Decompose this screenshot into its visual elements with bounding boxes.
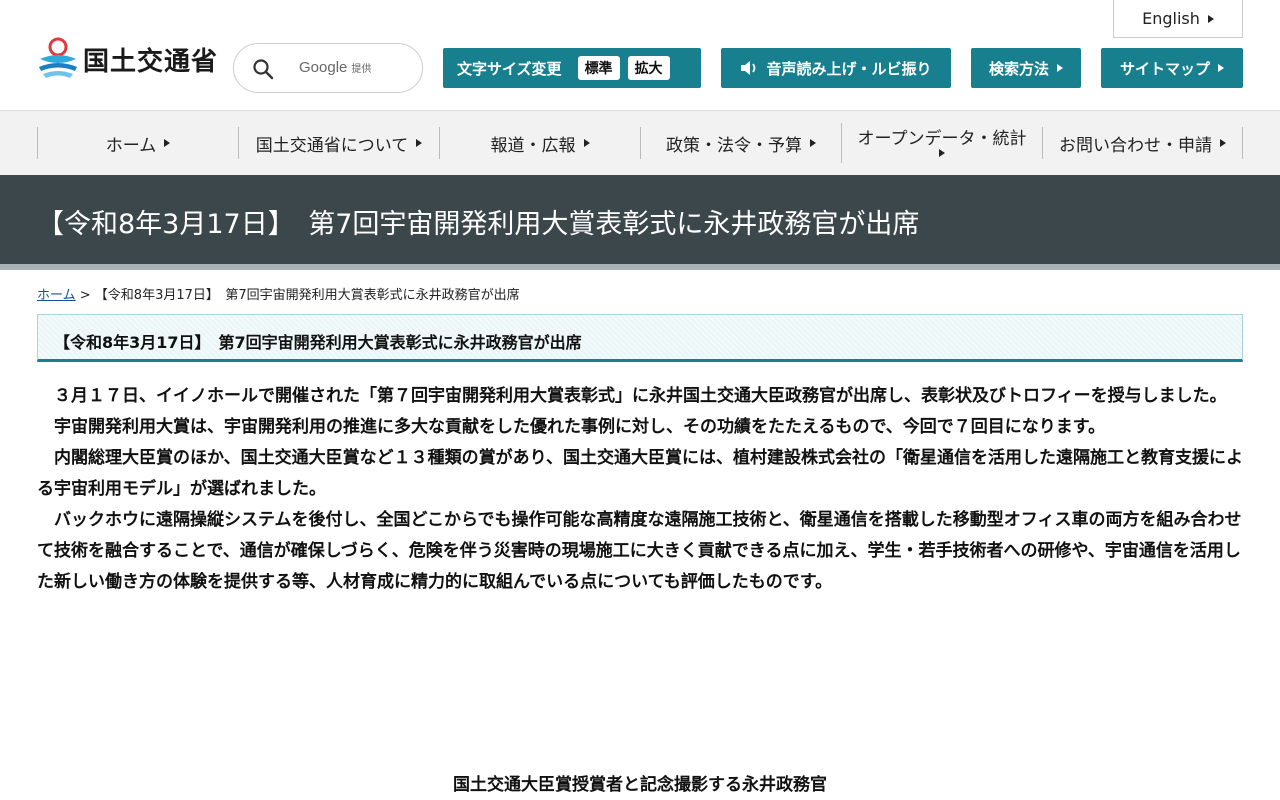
sitemap-button[interactable]: サイトマップ bbox=[1101, 48, 1243, 88]
article-body: ３月１７日、イイノホールで開催された「第７回宇宙開発利用大賞表彰式」に永井国土交… bbox=[37, 381, 1247, 598]
breadcrumb-current: 【令和8年3月17日】 第7回宇宙開発利用大賞表彰式に永井政務官が出席 bbox=[94, 288, 520, 303]
font-size-control: 文字サイズ変更 標準 拡大 bbox=[443, 48, 701, 88]
speaker-icon bbox=[741, 61, 756, 75]
sitemap-label: サイトマップ bbox=[1119, 59, 1210, 78]
nav-item-label: 政策・法令・予算 bbox=[666, 135, 802, 156]
nav-item-label: 報道・広報 bbox=[490, 135, 576, 156]
voice-ruby-button[interactable]: 音声読み上げ・ルビ振り bbox=[721, 48, 951, 88]
arrow-right-icon bbox=[939, 149, 945, 157]
nav-item-home[interactable]: ホーム bbox=[37, 127, 238, 159]
article-paragraph: 内閣総理大臣賞のほか、国土交通大臣賞など１３種類の賞があり、国土交通大臣賞には、… bbox=[37, 448, 1243, 499]
site-logo[interactable]: 国土交通省 bbox=[37, 37, 218, 81]
nav-item-open-data[interactable]: オープンデータ・統計 bbox=[841, 123, 1042, 163]
photo-caption: 国土交通大臣賞授賞者と記念撮影する永井政務官 bbox=[453, 775, 827, 795]
logo-text: 国土交通省 bbox=[83, 46, 219, 77]
arrow-right-icon bbox=[1220, 139, 1226, 147]
nav-item-label: お問い合わせ・申請 bbox=[1059, 135, 1212, 156]
english-label: English bbox=[1142, 9, 1200, 28]
google-provided-text: 提供 bbox=[351, 64, 372, 75]
nav-item-label: ホーム bbox=[105, 135, 157, 156]
nav-item-label: オープンデータ・統計 bbox=[857, 129, 1027, 149]
site-header: 国土交通省 Google 提供 English 文字サイズ変更 標準 拡大 音声読… bbox=[0, 0, 1280, 110]
google-provided-label: Google 提供 bbox=[299, 59, 371, 76]
breadcrumb-separator: > bbox=[75, 288, 95, 303]
arrow-right-icon bbox=[164, 139, 171, 147]
arrow-right-icon bbox=[416, 139, 423, 147]
page-title: 【令和8年3月17日】 第7回宇宙開発利用大賞表彰式に永井政務官が出席 bbox=[37, 209, 920, 240]
font-size-large-button[interactable]: 拡大 bbox=[627, 56, 670, 80]
google-brand: Google bbox=[299, 59, 348, 76]
article-heading: 【令和8年3月17日】 第7回宇宙開発利用大賞表彰式に永井政務官が出席 bbox=[54, 333, 582, 352]
font-size-label: 文字サイズ変更 bbox=[457, 59, 562, 78]
arrow-right-icon bbox=[1057, 64, 1063, 72]
article-paragraph: 宇宙開発利用大賞は、宇宙開発利用の推進に多大な貢献をした優れた事例に対し、その功… bbox=[37, 417, 1106, 437]
voice-ruby-label: 音声読み上げ・ルビ振り bbox=[766, 59, 932, 78]
breadcrumb: ホーム > 【令和8年3月17日】 第7回宇宙開発利用大賞表彰式に永井政務官が出… bbox=[37, 284, 520, 303]
nav-item-about[interactable]: 国土交通省について bbox=[238, 127, 439, 159]
nav-item-label: 国土交通省について bbox=[255, 135, 409, 156]
article-paragraph: ３月１７日、イイノホールで開催された「第７回宇宙開発利用大賞表彰式」に永井国土交… bbox=[37, 386, 1227, 406]
search-method-label: 検索方法 bbox=[988, 59, 1049, 78]
search-input[interactable]: Google 提供 bbox=[233, 43, 423, 93]
arrow-right-icon bbox=[1218, 64, 1224, 72]
breadcrumb-home-link[interactable]: ホーム bbox=[37, 288, 76, 303]
font-size-standard-button[interactable]: 標準 bbox=[577, 56, 620, 80]
english-button[interactable]: English bbox=[1113, 0, 1243, 38]
nav-item-contact[interactable]: お問い合わせ・申請 bbox=[1042, 127, 1243, 159]
arrow-right-icon bbox=[583, 139, 590, 147]
search-icon[interactable] bbox=[252, 58, 274, 80]
search-method-button[interactable]: 検索方法 bbox=[971, 48, 1081, 88]
global-nav: ホーム 国土交通省について 報道・広報 政策・法令・予算 オープンデータ・統計 … bbox=[0, 110, 1280, 175]
article-paragraph: バックホウに遠隔操縦システムを後付し、全国どこからでも操作可能な高精度な遠隔施工… bbox=[37, 510, 1242, 592]
nav-item-policy[interactable]: 政策・法令・予算 bbox=[640, 127, 841, 159]
mlit-logo-icon bbox=[39, 37, 77, 78]
page-title-bar: 【令和8年3月17日】 第7回宇宙開発利用大賞表彰式に永井政務官が出席 bbox=[0, 175, 1280, 270]
arrow-right-icon bbox=[810, 139, 816, 147]
article-heading-box: 【令和8年3月17日】 第7回宇宙開発利用大賞表彰式に永井政務官が出席 bbox=[37, 314, 1243, 362]
nav-item-press[interactable]: 報道・広報 bbox=[439, 127, 640, 159]
arrow-right-icon bbox=[1207, 14, 1214, 23]
